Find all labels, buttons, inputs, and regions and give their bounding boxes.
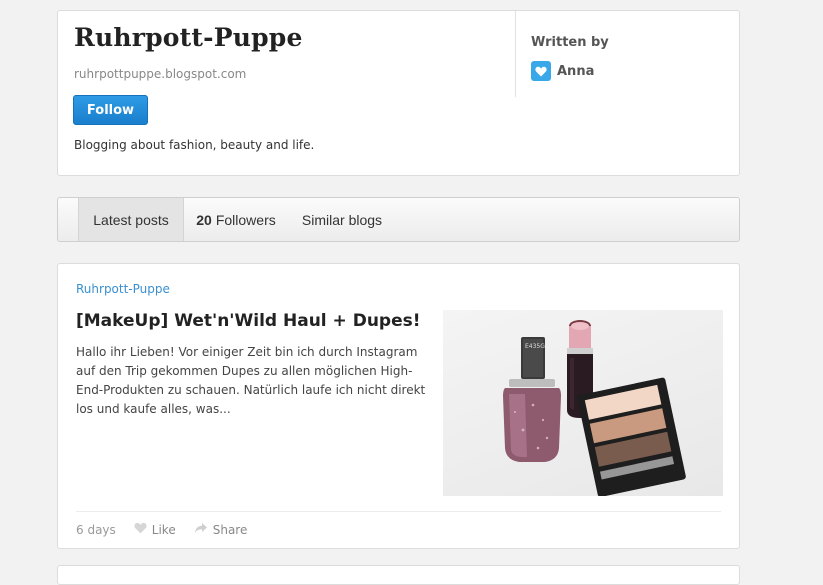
like-label: Like	[151, 522, 176, 537]
follow-button[interactable]: Follow	[73, 95, 148, 125]
heart-icon	[531, 61, 551, 81]
tab-followers[interactable]: 20 Followers	[186, 198, 286, 241]
author-link[interactable]: Anna	[531, 61, 594, 81]
next-post-card	[57, 565, 740, 585]
post-source-link[interactable]: Ruhrpott-Puppe	[76, 282, 170, 296]
heart-outline-icon	[134, 522, 147, 537]
post-footer-divider	[76, 511, 721, 512]
post-title[interactable]: [MakeUp] Wet'n'Wild Haul + Dupes!	[76, 311, 421, 331]
author-name: Anna	[557, 63, 595, 79]
polish-label: E435G	[525, 343, 545, 350]
written-by-label: Written by	[531, 35, 609, 50]
tab-latest-posts[interactable]: Latest posts	[78, 198, 184, 241]
blog-url[interactable]: ruhrpottpuppe.blogspot.com	[74, 67, 246, 81]
tab-similar-blogs-label: Similar blogs	[301, 211, 383, 228]
tab-latest-posts-label: Latest posts	[93, 211, 169, 228]
tab-followers-label: Followers	[215, 211, 276, 228]
like-button[interactable]: Like	[134, 522, 176, 537]
share-button[interactable]: Share	[194, 522, 248, 537]
share-label: Share	[212, 522, 248, 537]
post-card: Ruhrpott-Puppe [MakeUp] Wet'n'Wild Haul …	[57, 263, 740, 549]
tabs-bar: Latest posts 20 Followers Similar blogs	[57, 197, 740, 242]
post-image[interactable]: E435G	[443, 310, 723, 496]
blog-title[interactable]: Ruhrpott-Puppe	[74, 23, 303, 52]
blog-header-card: Ruhrpott-Puppe ruhrpottpuppe.blogspot.co…	[57, 10, 740, 176]
followers-count: 20	[196, 211, 212, 228]
header-divider	[515, 11, 516, 97]
post-age: 6 days	[76, 522, 116, 537]
tab-similar-blogs[interactable]: Similar blogs	[294, 198, 390, 241]
share-arrow-icon	[194, 522, 208, 537]
blog-description: Blogging about fashion, beauty and life.	[74, 138, 315, 152]
post-excerpt: Hallo ihr Lieben! Vor einiger Zeit bin i…	[76, 345, 426, 416]
post-footer: 6 days Like Share	[76, 522, 247, 537]
